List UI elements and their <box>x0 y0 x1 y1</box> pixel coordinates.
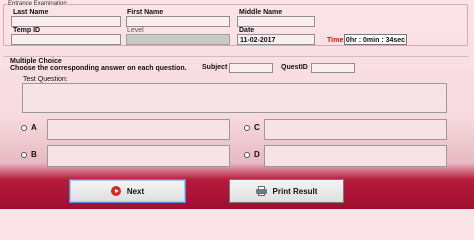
last-name-label: Last Name <box>13 9 49 16</box>
print-button-label: Print Result <box>272 186 318 196</box>
questid-field[interactable] <box>311 63 355 73</box>
subject-field[interactable] <box>229 63 273 73</box>
choice-a-letter: A <box>31 123 37 132</box>
last-name-field[interactable] <box>11 16 121 27</box>
test-question-label: Test Question: <box>23 76 68 83</box>
print-result-button[interactable]: Print Result <box>229 179 344 203</box>
choice-c-box[interactable] <box>264 119 447 140</box>
timer-display: 0hr : 0min : 34sec <box>344 34 407 45</box>
middle-name-field[interactable] <box>237 16 315 27</box>
multiple-choice-title: Multiple Choice <box>10 58 62 65</box>
temp-id-label: Temp ID <box>13 27 41 34</box>
choice-d-radio[interactable] <box>244 152 250 158</box>
date-label: Date <box>239 27 255 34</box>
test-question-area <box>22 83 447 113</box>
choice-a-radio[interactable] <box>21 125 27 131</box>
play-circle-icon <box>110 186 121 196</box>
choice-b-box[interactable] <box>47 145 230 167</box>
group-title: Entrance Examination <box>7 1 68 7</box>
choice-d-letter: D <box>254 150 260 159</box>
questid-label: QuestID <box>281 64 308 71</box>
first-name-field[interactable] <box>126 16 230 27</box>
level-label: Level <box>127 27 144 34</box>
choice-c-radio[interactable] <box>244 125 250 131</box>
printer-icon <box>255 186 267 196</box>
choice-d-box[interactable] <box>264 145 447 167</box>
middle-name-label: Middle Name <box>239 9 283 16</box>
temp-id-field[interactable] <box>11 34 121 45</box>
choice-a-box[interactable] <box>47 119 230 140</box>
subject-label: Subject <box>202 64 228 71</box>
date-field[interactable]: 11-02-2017 <box>237 34 315 45</box>
next-button-label: Next <box>126 186 145 196</box>
choice-b-radio[interactable] <box>21 152 27 158</box>
choice-c-letter: C <box>254 123 260 132</box>
section-divider <box>3 56 469 57</box>
level-field <box>126 34 230 45</box>
first-name-label: First Name <box>127 9 164 16</box>
multiple-choice-instruction: Choose the corresponding answer on each … <box>10 65 187 72</box>
time-label: Time: <box>327 37 346 44</box>
next-button[interactable]: Next <box>69 179 186 203</box>
choice-b-letter: B <box>31 150 37 159</box>
